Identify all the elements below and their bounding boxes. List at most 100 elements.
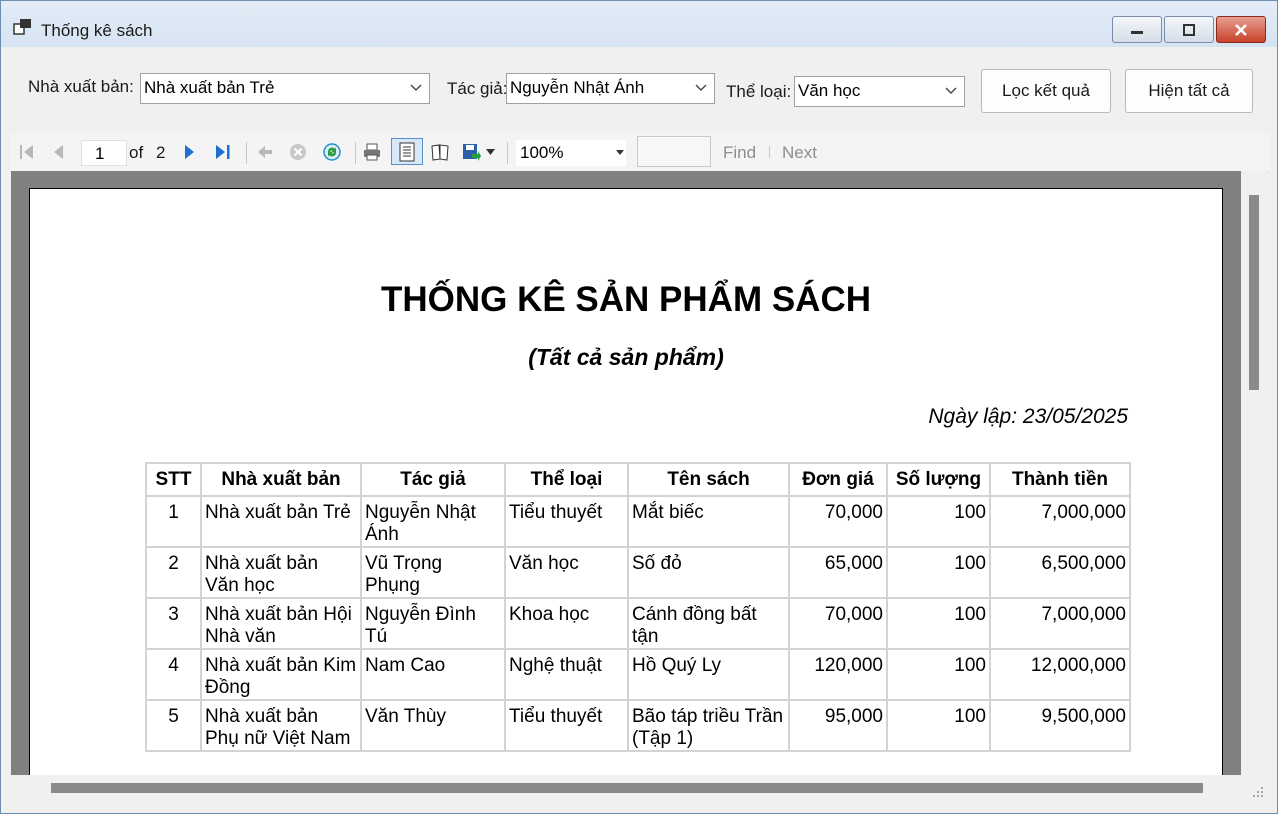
toolbar-separator bbox=[246, 142, 247, 164]
maximize-icon bbox=[1183, 23, 1195, 36]
page-setup-icon[interactable] bbox=[430, 142, 450, 162]
author-label: Tác giả: bbox=[447, 79, 508, 98]
table-cell: 100 bbox=[886, 648, 991, 701]
report-title: THỐNG KÊ SẢN PHẨM SÁCH bbox=[380, 280, 872, 319]
refresh-icon[interactable] bbox=[322, 142, 342, 162]
maximize-button[interactable] bbox=[1164, 16, 1214, 43]
table-cell: 70,000 bbox=[788, 597, 888, 650]
author-combo[interactable]: Nguyễn Nhật Ánh bbox=[506, 73, 715, 104]
table-cell: 3 bbox=[145, 597, 202, 650]
table-cell: 120,000 bbox=[788, 648, 888, 701]
column-header: Đơn giá bbox=[788, 462, 888, 497]
table-cell: Tiểu thuyết bbox=[504, 495, 629, 548]
export-dropdown-icon[interactable] bbox=[486, 149, 495, 155]
genre-label: Thể loại: bbox=[726, 82, 792, 101]
report-toolbar: 1 of 2 100% Find Next bbox=[11, 133, 1269, 172]
table-cell: 100 bbox=[886, 597, 991, 650]
minimize-icon bbox=[1131, 30, 1143, 34]
table-cell: Nguyễn Đình Tú bbox=[360, 597, 506, 650]
table-cell: 12,000,000 bbox=[989, 648, 1131, 701]
export-icon[interactable] bbox=[461, 142, 481, 162]
table-cell: Nhà xuất bản Phụ nữ Việt Nam bbox=[200, 699, 362, 752]
back-icon[interactable] bbox=[255, 142, 275, 162]
resize-grip-icon[interactable] bbox=[1251, 785, 1265, 799]
column-header: Thành tiền bbox=[989, 462, 1131, 497]
column-header: Tên sách bbox=[627, 462, 790, 497]
minimize-button[interactable] bbox=[1112, 16, 1162, 43]
table-cell: Nhà xuất bản Trẻ bbox=[200, 495, 362, 548]
print-icon[interactable] bbox=[362, 142, 382, 162]
table-header-row: STT Nhà xuất bản Tác giả Thể loại Tên sách Đơ… bbox=[145, 462, 1131, 497]
chevron-down-icon bbox=[410, 84, 422, 91]
first-page-icon[interactable] bbox=[17, 142, 37, 162]
next-button[interactable]: Next bbox=[782, 143, 817, 163]
table-cell: 95,000 bbox=[788, 699, 888, 752]
app-icon bbox=[13, 19, 31, 35]
table-cell: Nhà xuất bản Văn học bbox=[200, 546, 362, 599]
table-cell: 100 bbox=[886, 699, 991, 752]
genre-combo[interactable]: Văn học bbox=[794, 76, 965, 107]
report-table: STT Nhà xuất bản Tác giả Thể loại Tên sách Đơ… bbox=[145, 462, 1131, 752]
table-row: 3 Nhà xuất bản Hội Nhà văn Nguyễn Đình Tú K… bbox=[145, 597, 1131, 650]
zoom-select[interactable]: 100% bbox=[516, 140, 626, 166]
vertical-scroll-thumb[interactable] bbox=[1249, 195, 1259, 390]
table-cell: 7,000,000 bbox=[989, 495, 1131, 548]
report-subtitle: (Tất cả sản phẩm) bbox=[528, 344, 724, 370]
toolbar-separator bbox=[355, 142, 356, 164]
find-button[interactable]: Find bbox=[723, 143, 756, 163]
table-cell: Hồ Quý Ly bbox=[627, 648, 790, 701]
prev-page-icon[interactable] bbox=[49, 142, 69, 162]
table-cell: Vũ Trọng Phụng bbox=[360, 546, 506, 599]
table-cell: Mắt biếc bbox=[627, 495, 790, 548]
report-viewer[interactable]: THỐNG KÊ SẢN PHẨM SÁCH (Tất cả sản phẩm)… bbox=[11, 171, 1241, 775]
main-window: Thống kê sách Nhà xuất bản: Nhà xuất bản… bbox=[0, 0, 1278, 814]
stop-icon[interactable] bbox=[288, 142, 308, 162]
vertical-scrollbar[interactable] bbox=[1241, 171, 1267, 775]
table-cell: Văn Thùy bbox=[360, 699, 506, 752]
table-cell: 70,000 bbox=[788, 495, 888, 548]
table-cell: Khoa học bbox=[504, 597, 629, 650]
table-cell: Nam Cao bbox=[360, 648, 506, 701]
publisher-combo[interactable]: Nhà xuất bản Trẻ bbox=[140, 73, 430, 104]
print-layout-icon bbox=[399, 142, 415, 162]
table-cell: 1 bbox=[145, 495, 202, 548]
publisher-combo-value: Nhà xuất bản Trẻ bbox=[144, 78, 275, 97]
print-layout-button[interactable] bbox=[391, 138, 423, 165]
table-cell: Nhà xuất bản Kim Đồng bbox=[200, 648, 362, 701]
table-cell: Văn học bbox=[504, 546, 629, 599]
column-header: Nhà xuất bản bbox=[200, 462, 362, 497]
horizontal-scrollbar[interactable] bbox=[11, 775, 1241, 801]
table-cell: Cánh đồng bất tận bbox=[627, 597, 790, 650]
zoom-value: 100% bbox=[520, 143, 564, 162]
chevron-down-icon bbox=[945, 87, 957, 94]
page-number-value: 1 bbox=[95, 144, 105, 163]
column-header: STT bbox=[145, 462, 202, 497]
filter-button[interactable]: Lọc kết quả bbox=[981, 69, 1111, 113]
last-page-icon[interactable] bbox=[212, 142, 232, 162]
column-header: Số lượng bbox=[886, 462, 991, 497]
title-bar[interactable]: Thống kê sách bbox=[1, 1, 1277, 47]
chevron-down-icon bbox=[616, 150, 624, 155]
page-number-input[interactable]: 1 bbox=[81, 140, 127, 166]
table-cell: Số đỏ bbox=[627, 546, 790, 599]
table-cell: Nhà xuất bản Hội Nhà văn bbox=[200, 597, 362, 650]
table-cell: 100 bbox=[886, 546, 991, 599]
toolbar-separator bbox=[769, 146, 770, 158]
total-pages: 2 bbox=[156, 143, 166, 162]
report-page: THỐNG KÊ SẢN PHẨM SÁCH (Tất cả sản phẩm)… bbox=[29, 188, 1223, 775]
close-button[interactable] bbox=[1216, 16, 1266, 43]
next-page-icon[interactable] bbox=[179, 142, 199, 162]
show-all-button[interactable]: Hiện tất cả bbox=[1125, 69, 1253, 113]
table-body: 1 Nhà xuất bản Trẻ Nguyễn Nhật Ánh Tiểu thu… bbox=[145, 495, 1131, 752]
find-input[interactable] bbox=[637, 136, 711, 167]
author-combo-value: Nguyễn Nhật Ánh bbox=[510, 78, 645, 97]
genre-combo-value: Văn học bbox=[798, 81, 861, 100]
table-cell: 9,500,000 bbox=[989, 699, 1131, 752]
table-row: 2 Nhà xuất bản Văn học Vũ Trọng Phụng Văn h… bbox=[145, 546, 1131, 599]
chevron-down-icon bbox=[695, 84, 707, 91]
of-label: of bbox=[129, 143, 144, 162]
window-title: Thống kê sách bbox=[41, 21, 153, 40]
table-row: 1 Nhà xuất bản Trẻ Nguyễn Nhật Ánh Tiểu thu… bbox=[145, 495, 1131, 548]
horizontal-scroll-thumb[interactable] bbox=[51, 783, 1203, 793]
close-icon bbox=[1235, 23, 1247, 36]
